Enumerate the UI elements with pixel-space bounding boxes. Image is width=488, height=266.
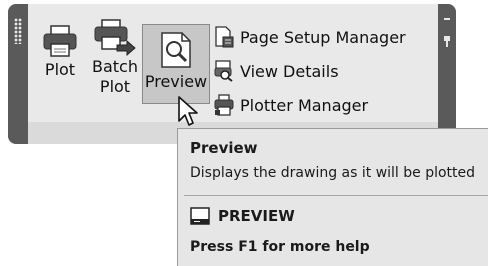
small-command-list: Page Setup Manager View Details Plotter … (214, 20, 406, 122)
tooltip-help-hint: Press F1 for more help (190, 239, 370, 255)
plotter-manager-button[interactable]: Plotter Manager (214, 88, 406, 122)
page-setup-manager-button[interactable]: Page Setup Manager (214, 20, 406, 54)
printer-icon (43, 25, 77, 57)
batch-plot-label-line2: Plot (99, 77, 131, 96)
view-details-label: View Details (240, 61, 339, 81)
panel-grip[interactable] (8, 4, 28, 144)
preview-button-label: Preview (144, 72, 208, 91)
pin-icon[interactable] (442, 16, 452, 50)
preview-button[interactable]: Preview (142, 24, 210, 104)
tooltip-command: PREVIEW (190, 207, 295, 225)
grip-dots-icon (14, 18, 22, 44)
tooltip-command-name: PREVIEW (218, 207, 295, 225)
preview-icon (161, 32, 191, 68)
preview-tooltip: Preview Displays the drawing as it will … (177, 128, 488, 266)
batch-plot-label-line1: Batch (92, 57, 138, 76)
view-details-button[interactable]: View Details (214, 54, 406, 88)
tooltip-description: Displays the drawing as it will be plott… (190, 165, 476, 181)
view-details-icon (214, 60, 233, 82)
panel-side-bar (438, 4, 456, 144)
page-setup-manager-label: Page Setup Manager (240, 27, 406, 47)
plotter-manager-label: Plotter Manager (240, 95, 369, 115)
plot-button[interactable]: Plot (34, 12, 86, 79)
tooltip-title: Preview (190, 139, 258, 157)
command-line-icon (190, 207, 210, 225)
batch-plot-icon (94, 19, 136, 56)
plotter-manager-icon (214, 94, 234, 116)
plot-ribbon-panel: Plot Batch Plot Preview Page Setup Manag… (8, 4, 456, 144)
batch-plot-button[interactable]: Batch Plot (88, 12, 142, 96)
page-setup-icon (215, 26, 234, 48)
tooltip-divider (184, 195, 488, 196)
mouse-cursor-icon (178, 96, 198, 126)
plot-button-label: Plot (44, 60, 76, 79)
